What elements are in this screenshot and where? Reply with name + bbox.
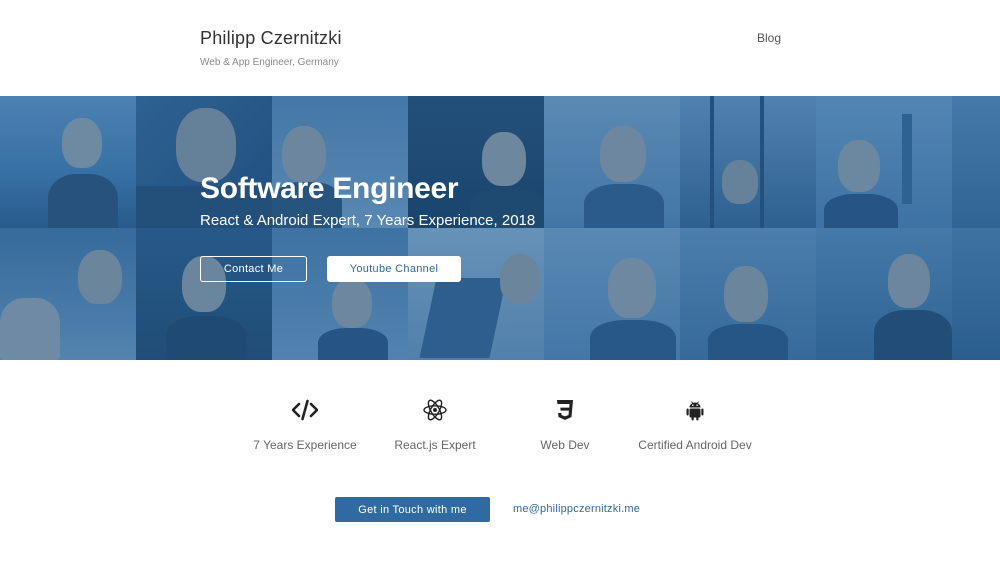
- feature-item-experience: 7 Years Experience: [240, 398, 370, 452]
- site-header: Philipp Czernitzki Web & App Engineer, G…: [0, 0, 1000, 96]
- css3-icon: [557, 400, 573, 420]
- feature-label: React.js Expert: [394, 438, 476, 452]
- feature-item-android: Certified Android Dev: [630, 398, 760, 452]
- hero-title: Software Engineer: [200, 172, 459, 205]
- react-icon: [423, 399, 447, 421]
- hero-banner: Software Engineer React & Android Expert…: [0, 96, 1000, 360]
- hero-subtitle: React & Android Expert, 7 Years Experien…: [200, 212, 536, 229]
- site-subtitle: Web & App Engineer, Germany: [200, 57, 339, 68]
- feature-label: 7 Years Experience: [253, 438, 357, 452]
- android-icon: [686, 401, 704, 421]
- code-icon: [292, 399, 318, 421]
- feature-item-react: React.js Expert: [370, 398, 500, 452]
- youtube-channel-button[interactable]: Youtube Channel: [327, 256, 461, 282]
- feature-label: Web Dev: [540, 438, 590, 452]
- feature-label: Certified Android Dev: [638, 438, 752, 452]
- feature-item-webdev: Web Dev: [500, 398, 630, 452]
- get-in-touch-button[interactable]: Get in Touch with me: [335, 497, 490, 522]
- nav-link-blog[interactable]: Blog: [757, 31, 781, 45]
- features-row: 7 Years Experience React.js Expert Web D…: [240, 398, 770, 458]
- site-title[interactable]: Philipp Czernitzki: [200, 28, 342, 49]
- contact-me-button[interactable]: Contact Me: [200, 256, 307, 282]
- email-link[interactable]: me@philippczernitzki.me: [513, 503, 640, 515]
